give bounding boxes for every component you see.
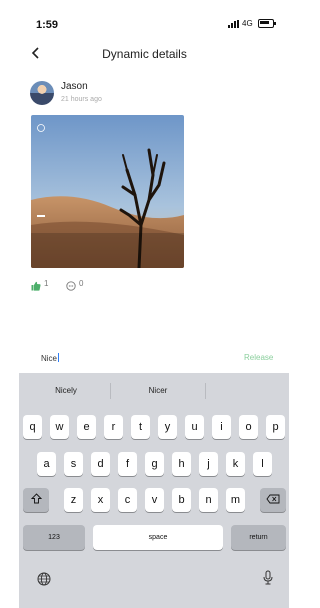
comment-button[interactable] [66,278,76,291]
suggestion-nicer[interactable]: Nicer [120,386,196,395]
backspace-icon [266,494,280,504]
key-e[interactable]: e [77,415,96,439]
release-button[interactable]: Release [244,353,273,362]
network-label: 4G [242,19,253,28]
key-z[interactable]: z [64,488,83,512]
numbers-key[interactable]: 123 [23,525,85,550]
suggestion-nicely[interactable]: Nicely [38,386,94,395]
text-caret [58,353,60,362]
key-l[interactable]: l [253,452,272,476]
return-key[interactable]: return [231,525,286,550]
post-time: 21 hours ago [61,96,102,103]
status-indicators: 4G [228,19,276,28]
photo-stats-bar [31,240,184,254]
comment-input[interactable]: Nice [41,353,60,363]
dictation-button[interactable] [262,570,274,586]
key-i[interactable]: i [212,415,231,439]
shift-icon [30,493,42,504]
key-d[interactable]: d [91,452,110,476]
key-t[interactable]: t [131,415,150,439]
battery-icon [257,19,276,28]
key-k[interactable]: k [226,452,245,476]
microphone-icon [263,570,273,585]
key-b[interactable]: b [172,488,191,512]
key-q[interactable]: q [23,415,42,439]
backspace-key[interactable] [260,488,286,512]
avatar[interactable] [30,81,54,105]
page-title: Dynamic details [102,47,187,61]
comment-count: 0 [79,279,84,288]
key-s[interactable]: s [64,452,83,476]
signal-icon [228,19,239,28]
key-y[interactable]: y [158,415,177,439]
author-name[interactable]: Jason [61,81,88,92]
key-u[interactable]: u [185,415,204,439]
suggestion-divider [110,383,111,399]
photo-brand-logo [37,124,45,133]
key-n[interactable]: n [199,488,218,512]
globe-button[interactable] [37,572,51,586]
like-count: 1 [44,279,49,288]
thumbs-up-icon [31,281,41,291]
key-a[interactable]: a [37,452,56,476]
key-p[interactable]: p [266,415,285,439]
space-key[interactable]: space [93,525,223,550]
key-o[interactable]: o [239,415,258,439]
like-button[interactable] [31,278,41,291]
comment-input-value: Nice [41,354,58,363]
key-f[interactable]: f [118,452,137,476]
key-v[interactable]: v [145,488,164,512]
key-g[interactable]: g [145,452,164,476]
status-time: 1:59 [36,19,59,31]
key-j[interactable]: j [199,452,218,476]
key-c[interactable]: c [118,488,137,512]
key-h[interactable]: h [172,452,191,476]
suggestion-divider [205,383,206,399]
comment-icon [66,281,76,291]
key-m[interactable]: m [226,488,245,512]
key-x[interactable]: x [91,488,110,512]
globe-icon [37,572,51,586]
shift-key[interactable] [23,488,49,512]
key-r[interactable]: r [104,415,123,439]
key-w[interactable]: w [50,415,69,439]
